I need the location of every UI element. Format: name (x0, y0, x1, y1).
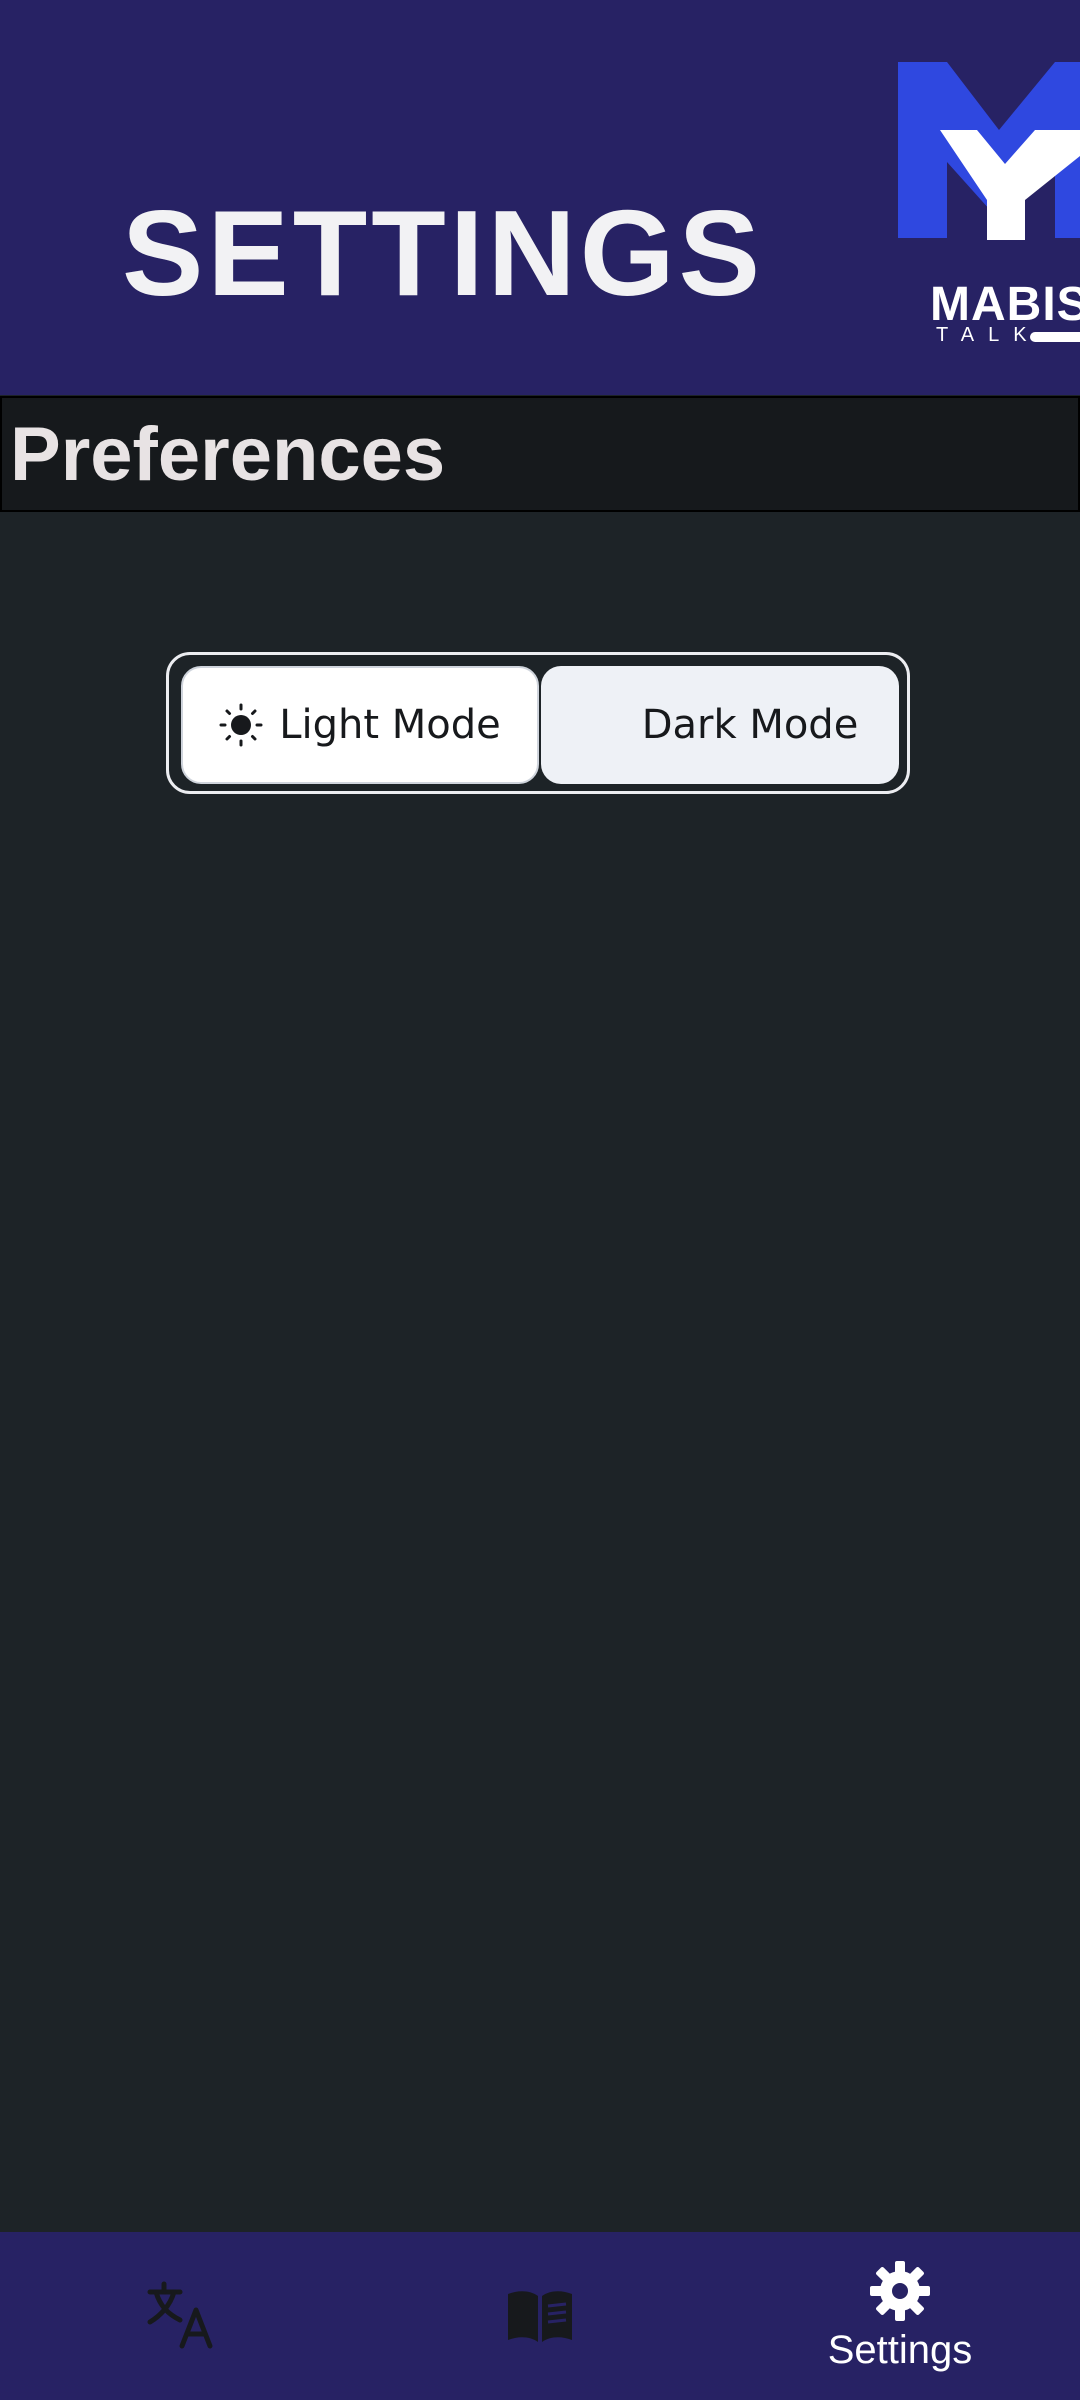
dark-mode-button[interactable]: Dark Mode (541, 666, 899, 784)
app-header: SETTINGS MABISA TALK (0, 0, 1080, 395)
nav-settings-label: Settings (827, 2328, 973, 2372)
section-title: Preferences (10, 412, 446, 497)
gear-icon (870, 2261, 930, 2321)
moon-icon (591, 707, 610, 743)
bottom-navigation: Settings (0, 2232, 1080, 2400)
translate-icon (147, 2281, 213, 2349)
nav-dictionary[interactable] (360, 2232, 720, 2400)
nav-translate[interactable] (0, 2232, 360, 2400)
logo-text: MABISA (930, 278, 1080, 331)
logo-underline (1030, 332, 1080, 342)
settings-screen: SETTINGS MABISA TALK Preferences (0, 0, 1080, 2400)
dark-mode-label: Dark Mode (641, 702, 859, 748)
light-mode-button[interactable]: Light Mode (181, 666, 539, 784)
book-icon (508, 2291, 572, 2342)
light-mode-label: Light Mode (279, 702, 501, 748)
theme-toggle: Light Mode Dark Mode (166, 652, 910, 794)
logo-subtext: TALK (936, 324, 1041, 346)
nav-settings[interactable]: Settings (720, 2232, 1080, 2400)
sun-icon (219, 703, 263, 747)
preferences-section-header: Preferences (0, 396, 1080, 512)
page-title: SETTINGS (122, 185, 765, 321)
